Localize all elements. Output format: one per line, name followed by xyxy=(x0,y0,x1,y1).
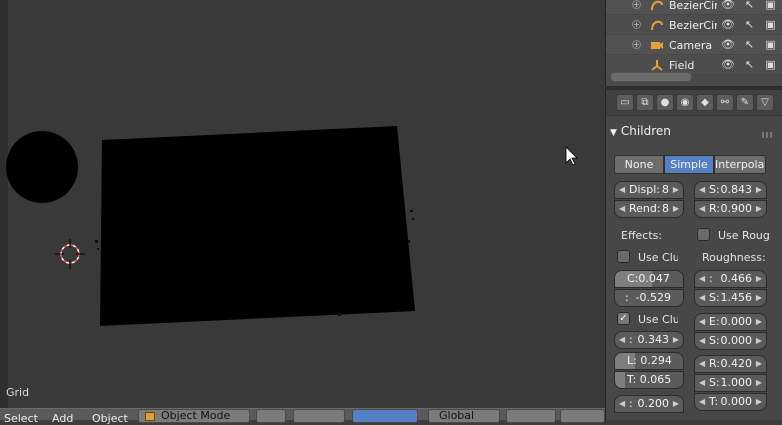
sphere-object[interactable] xyxy=(6,131,78,203)
3d-cursor-icon[interactable] xyxy=(55,239,85,269)
children-interpolated-button[interactable]: Interpolated xyxy=(714,155,766,174)
children-panel-header[interactable]: ▼ Children xyxy=(610,124,780,144)
children-none-button[interactable]: None xyxy=(614,155,664,174)
selectable-arrow-icon[interactable]: ↖ xyxy=(743,18,756,31)
clump-noise-size-field[interactable]: ◀:0.343 ▶ xyxy=(614,331,684,349)
collapse-triangle-icon[interactable]: ▼ xyxy=(610,128,617,138)
mouse-pointer-icon xyxy=(565,146,578,166)
use-clump-curve-checkbox[interactable] xyxy=(617,250,630,263)
orientation-label: Global xyxy=(439,409,475,422)
use-roughness-curve-label: Use Roughness Curve xyxy=(718,229,770,242)
viewport-canvas xyxy=(6,126,578,326)
endpoint-shape-field[interactable]: ◀ S: 0.000 ▶ xyxy=(694,332,767,350)
outliner-item-name: BezierCircle xyxy=(669,0,717,12)
outliner-scrollbar[interactable] xyxy=(610,72,692,82)
clump-shape-field[interactable]: : -0.529 xyxy=(614,289,684,307)
roughness-1-field[interactable]: ◀:0.466 ▶ xyxy=(694,270,767,288)
random-size-2-field[interactable]: ◀ S: 1.000 ▶ xyxy=(694,374,767,392)
render-amount-field[interactable]: ◀ Rend: 8 ▶ xyxy=(614,200,684,218)
endpoint-field[interactable]: ◀ E: 0.000 ▶ xyxy=(694,313,767,331)
effects-label: Effects: xyxy=(621,229,663,242)
object-menu[interactable]: Object xyxy=(92,412,128,425)
selectable-arrow-icon[interactable]: ↖ xyxy=(743,38,756,51)
properties-tabs: ▭ ⧉ ● ◉ ◆ ⚯ ✎ ▽ xyxy=(606,90,782,116)
roughness-label: Roughness: xyxy=(702,251,766,264)
visibility-eye-icon[interactable]: 👁 xyxy=(721,58,735,71)
visibility-eye-icon[interactable]: 👁 xyxy=(721,0,735,11)
pivot-point-button[interactable] xyxy=(293,409,345,423)
world-icon[interactable]: ● xyxy=(656,94,674,111)
object-mode-label: Object Mode xyxy=(161,409,231,422)
visibility-eye-icon[interactable]: 👁 xyxy=(721,18,735,31)
render-camera-icon[interactable]: ▣ xyxy=(764,18,777,31)
scene-icon[interactable]: ⧉ xyxy=(636,94,654,111)
object-icon[interactable]: ◉ xyxy=(676,94,694,111)
camera-icon xyxy=(651,42,663,49)
particles-icon[interactable]: ▽ xyxy=(756,94,774,111)
3d-viewport[interactable]: Grid xyxy=(0,0,605,420)
expand-icon[interactable]: + xyxy=(632,20,641,29)
use-clump-noise-checkbox[interactable]: ✓ xyxy=(617,312,630,325)
constraints-icon[interactable]: ◆ xyxy=(696,94,714,111)
random-threshold-field[interactable]: ◀ T: 0.000 ▶ xyxy=(694,393,767,411)
display-amount-field[interactable]: ◀ Displ: 8 ▶ xyxy=(614,181,684,199)
curve-icon xyxy=(651,0,663,11)
layers-buttons-1[interactable] xyxy=(506,409,556,423)
viewport-shading-button[interactable] xyxy=(256,409,286,423)
render-icon[interactable]: ▭ xyxy=(616,94,634,111)
random-size-field[interactable]: ◀ R: 0.900 ▶ xyxy=(694,200,767,218)
data-icon[interactable]: ✎ xyxy=(736,94,754,111)
threshold-slider[interactable]: T: 0.065 xyxy=(614,371,684,389)
orientation-dropdown[interactable]: Global xyxy=(428,409,500,423)
properties-editor: ▭ ⧉ ● ◉ ◆ ⚯ ✎ ▽ ▼ Children None Simple In… xyxy=(605,90,782,420)
expand-icon[interactable]: + xyxy=(632,0,641,9)
add-menu[interactable]: Add xyxy=(52,412,73,425)
panel-title: Children xyxy=(620,124,671,138)
roughness-1-size-field[interactable]: ◀ S: 1.456 ▶ xyxy=(694,289,767,307)
use-clump-curve-label: Use Clump Curve xyxy=(638,251,678,264)
children-simple-button[interactable]: Simple xyxy=(664,155,714,174)
outliner-row[interactable]: + Camera 👁 ↖ ▣ xyxy=(606,35,782,55)
plane-object[interactable] xyxy=(100,126,415,326)
manipulator-buttons[interactable] xyxy=(352,409,418,423)
outliner-row[interactable]: + BezierCircle 👁 ↖ ▣ xyxy=(606,15,782,35)
outliner-item-name: Camera xyxy=(669,39,713,52)
panel-grip-icon[interactable] xyxy=(762,132,774,138)
grid-label: Grid xyxy=(6,386,30,399)
length-slider[interactable]: L: 0.294 xyxy=(614,352,684,370)
force-field-icon xyxy=(651,60,663,71)
render-camera-icon[interactable]: ▣ xyxy=(764,0,777,11)
size-field[interactable]: ◀ S: 0.843 ▶ xyxy=(694,181,767,199)
expand-icon[interactable]: + xyxy=(632,40,641,49)
curve-icon xyxy=(651,20,663,31)
outliner-item-name: BezierCircle xyxy=(669,19,717,32)
outliner-item-name: Field xyxy=(669,59,695,72)
selectable-arrow-icon[interactable]: ↖ xyxy=(743,0,756,11)
random-field[interactable]: ◀ R: 0.420 ▶ xyxy=(694,355,767,373)
select-menu[interactable]: Select xyxy=(4,412,38,425)
use-roughness-curve-checkbox[interactable] xyxy=(697,228,710,241)
outliner-row[interactable]: + BezierCircle 👁 ↖ ▣ xyxy=(606,0,782,15)
render-camera-icon[interactable]: ▣ xyxy=(764,38,777,51)
clump-slider[interactable]: C:0.047 xyxy=(614,270,684,288)
visibility-eye-icon[interactable]: 👁 xyxy=(721,38,735,51)
twist-field[interactable]: ◀:0.200 ▶ xyxy=(614,395,684,413)
render-camera-icon[interactable]: ▣ xyxy=(764,58,777,71)
layers-buttons-2[interactable] xyxy=(560,409,605,423)
use-clump-noise-label: Use Clump Noise xyxy=(638,313,678,326)
modifiers-icon[interactable]: ⚯ xyxy=(716,94,734,111)
object-mode-dropdown[interactable]: Object Mode xyxy=(138,409,250,423)
selectable-arrow-icon[interactable]: ↖ xyxy=(743,58,756,71)
